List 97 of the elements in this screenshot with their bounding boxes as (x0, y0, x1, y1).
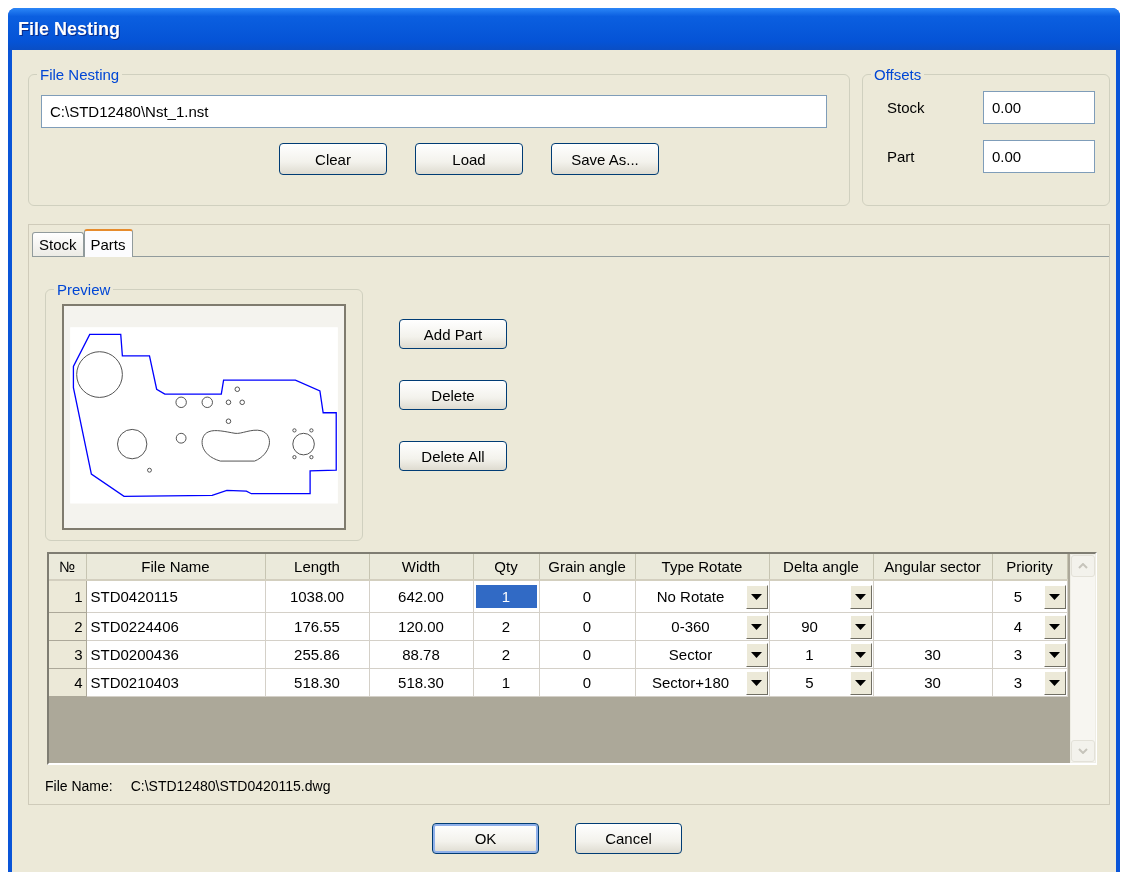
caret-down-icon (855, 623, 866, 630)
add-part-button[interactable]: Add Part (399, 319, 507, 349)
field-label: Stock (887, 99, 926, 116)
column-header[interactable]: Width (369, 554, 473, 580)
dropdown-button[interactable] (745, 670, 768, 695)
row-number[interactable]: 3 (49, 640, 86, 669)
ok-button[interactable]: OK (432, 823, 539, 854)
table-cell[interactable]: STD0420115 (86, 580, 265, 613)
dropdown-button[interactable] (1043, 614, 1066, 639)
table-cell[interactable]: 1038.00 (265, 580, 369, 613)
dropdown-field[interactable]: 3 (992, 640, 1067, 669)
file-name-label: File Name: (45, 778, 113, 794)
dropdown-field[interactable]: 90 (769, 612, 873, 641)
delete-button[interactable]: Delete (399, 380, 507, 410)
table-cell[interactable]: 0 (539, 640, 635, 669)
table-cell[interactable]: 642.00 (369, 580, 473, 613)
dropdown-field[interactable] (769, 580, 873, 613)
tab[interactable]: Parts (83, 229, 133, 257)
column-header[interactable]: Qty (473, 554, 539, 580)
caret-down-icon (1049, 651, 1060, 658)
column-header[interactable]: File Name (86, 554, 265, 580)
dropdown-field[interactable]: Sector (635, 640, 769, 669)
caret-down-icon (751, 623, 762, 630)
dropdown-button[interactable] (849, 670, 872, 695)
table-cell[interactable]: 2 (473, 640, 539, 669)
column-header[interactable]: № (49, 554, 86, 580)
caret-down-icon (855, 593, 866, 600)
dropdown-button[interactable] (1043, 584, 1066, 609)
caret-down-icon (751, 593, 762, 600)
table-cell[interactable]: 0 (539, 668, 635, 697)
field-label: Part (887, 148, 916, 165)
dropdown-button[interactable] (849, 584, 872, 609)
chevron-down-icon (1078, 748, 1088, 754)
window-title: File Nesting (18, 18, 120, 40)
table-cell[interactable]: 518.30 (369, 668, 473, 697)
dropdown-button[interactable] (745, 614, 768, 639)
caret-down-icon (855, 651, 866, 658)
column-header[interactable]: Priority (992, 554, 1067, 580)
table-cell[interactable]: 30 (873, 640, 992, 669)
file-name-value: C:\STD12480\STD0420115.dwg (130, 778, 331, 794)
row-number[interactable]: 2 (49, 612, 86, 641)
group-title: Offsets (873, 66, 923, 83)
table-cell[interactable]: 0 (539, 580, 635, 613)
table-cell[interactable]: 0 (539, 612, 635, 641)
group-title: File Nesting (39, 66, 121, 83)
dropdown-button[interactable] (745, 642, 768, 667)
offset-field[interactable]: 0.00 (983, 91, 1095, 124)
cancel-button[interactable]: Cancel (575, 823, 682, 854)
dropdown-button[interactable] (1043, 642, 1066, 667)
dropdown-field[interactable]: No Rotate (635, 580, 769, 613)
dropdown-button[interactable] (849, 614, 872, 639)
offset-field[interactable]: 0.00 (983, 140, 1095, 173)
table-cell[interactable]: 176.55 (265, 612, 369, 641)
dropdown-field[interactable]: 5 (769, 668, 873, 697)
dropdown-button[interactable] (849, 642, 872, 667)
chevron-up-icon (1078, 563, 1088, 569)
table-cell[interactable]: 1 (473, 668, 539, 697)
table-cell[interactable] (873, 612, 992, 641)
dropdown-field[interactable]: 5 (992, 580, 1067, 613)
column-header[interactable]: Type Rotate (635, 554, 769, 580)
row-number[interactable]: 4 (49, 668, 86, 697)
dropdown-field[interactable]: Sector+180 (635, 668, 769, 697)
table-cell[interactable]: 518.30 (265, 668, 369, 697)
table-cell[interactable]: STD0224406 (86, 612, 265, 641)
clear-button[interactable]: Clear (279, 143, 387, 175)
column-header[interactable]: Length (265, 554, 369, 580)
table-cell[interactable]: 2 (473, 612, 539, 641)
delete-all-button[interactable]: Delete All (399, 441, 507, 471)
column-header[interactable]: Delta angle (769, 554, 873, 580)
caret-down-icon (1049, 623, 1060, 630)
dropdown-field[interactable]: 3 (992, 668, 1067, 697)
table-cell[interactable] (873, 580, 992, 613)
table-cell[interactable]: 120.00 (369, 612, 473, 641)
save-as-button[interactable]: Save As... (551, 143, 659, 175)
load-button[interactable]: Load (415, 143, 523, 175)
group-title: Preview (56, 281, 112, 298)
table-cell[interactable]: STD0200436 (86, 640, 265, 669)
caret-down-icon (751, 679, 762, 686)
dropdown-field[interactable]: 4 (992, 612, 1067, 641)
table-cell[interactable]: STD0210403 (86, 668, 265, 697)
dropdown-button[interactable] (1043, 670, 1066, 695)
dropdown-field[interactable]: 1 (769, 640, 873, 669)
caret-down-icon (751, 651, 762, 658)
dropdown-button[interactable] (745, 584, 768, 609)
tab[interactable]: Stock (32, 232, 84, 256)
table-cell[interactable]: 1 (475, 585, 537, 608)
dropdown-field[interactable]: 0-360 (635, 612, 769, 641)
caret-down-icon (855, 679, 866, 686)
table-cell[interactable]: 30 (873, 668, 992, 697)
file-path-field[interactable]: C:\STD12480\Nst_1.nst (41, 95, 827, 128)
row-number[interactable]: 1 (49, 580, 86, 613)
caret-down-icon (1049, 679, 1060, 686)
caret-down-icon (1049, 593, 1060, 600)
column-header[interactable]: Angular sector (873, 554, 992, 580)
column-header[interactable]: Grain angle (539, 554, 635, 580)
table-cell[interactable]: 88.78 (369, 640, 473, 669)
table-cell[interactable]: 255.86 (265, 640, 369, 669)
